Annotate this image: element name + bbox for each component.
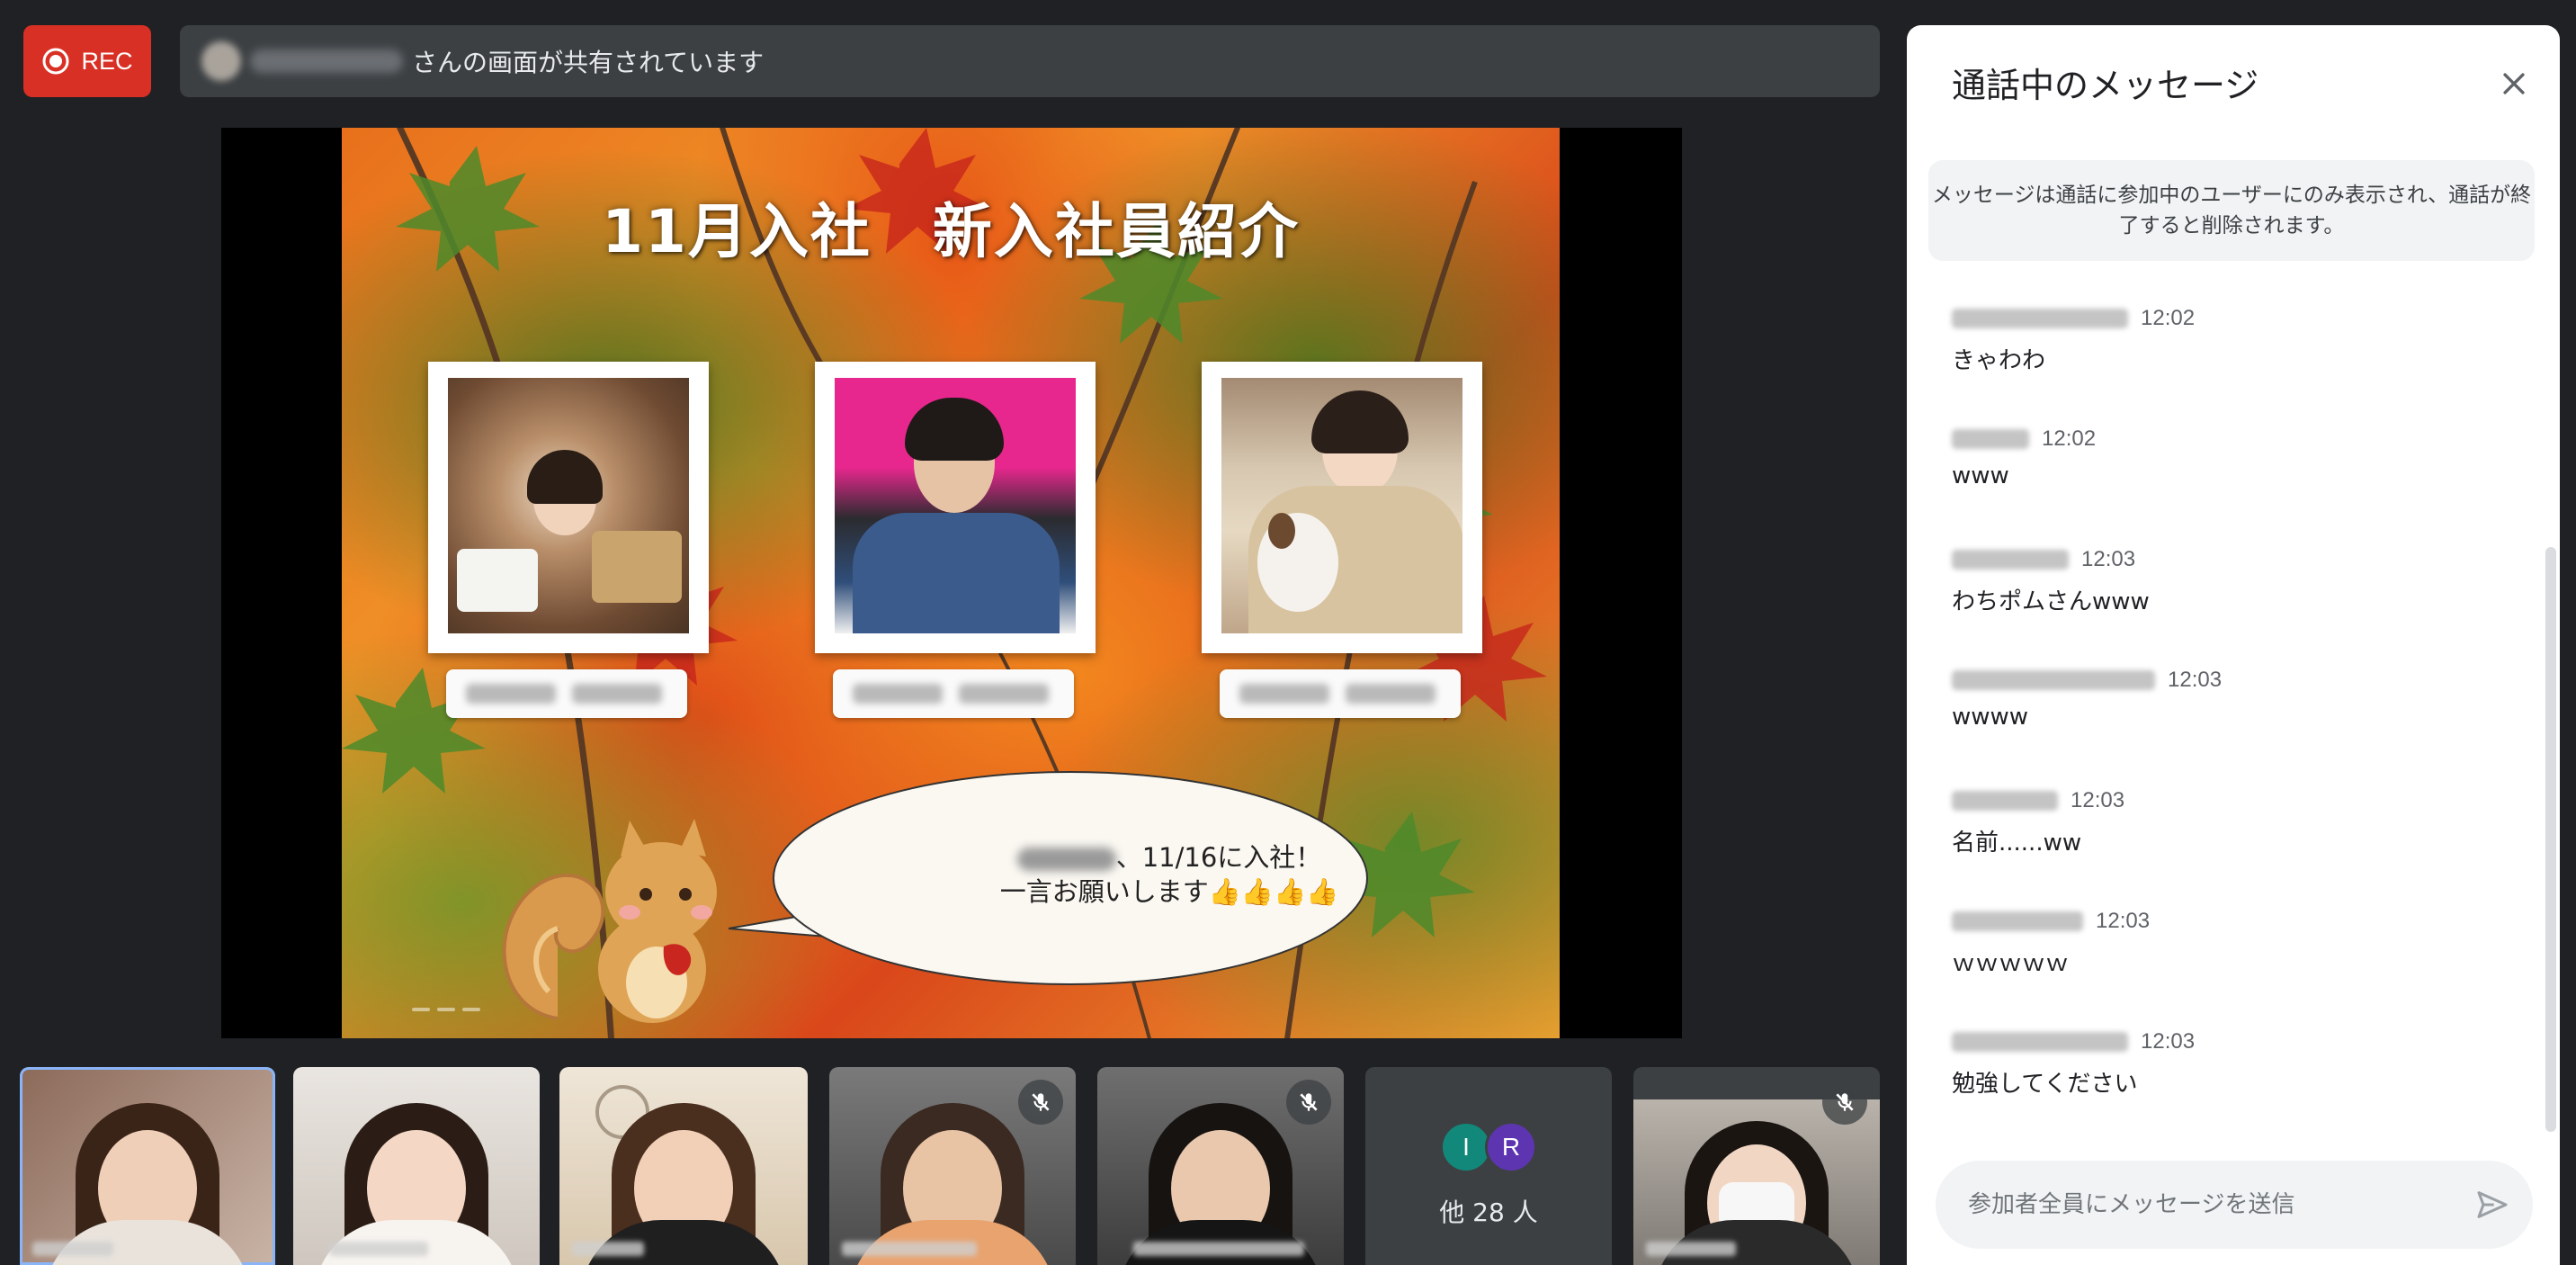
send-message-button[interactable] [2470,1182,2515,1227]
participant-tile-3[interactable] [559,1067,808,1265]
sender-name-redacted [1952,309,2128,328]
chat-panel-title: 通話中のメッセージ [1952,66,2259,105]
message-time: 12:03 [2168,668,2223,692]
message-time: 12:03 [2096,909,2151,933]
message-list: 12:02 きゃわわ 12:02 www 12:03 わちポムさんwww 12:… [1952,301,2491,1144]
screen-share-banner: さんの画面が共有されています [180,25,1880,97]
recording-label: REC [81,47,133,75]
avatar-r: R [1485,1121,1537,1173]
meet-call-window: REC さんの画面が共有されています 11月入社 新入社員紹介 、11/16に入… [0,0,2576,1265]
other-participants-tile[interactable]: I R 他 28 人 [1365,1067,1612,1265]
presenter-name-redacted [250,49,403,73]
sender-name-redacted [1952,550,2069,570]
chat-message: 12:03 wwww [1952,662,2491,783]
close-icon [2503,73,2525,94]
chat-message: 12:03 勉強してください [1952,1024,2491,1144]
chat-composer [1936,1161,2533,1249]
new-hire-name-plate-1 [446,669,687,718]
new-hire-photo-3 [1202,362,1482,653]
slide: 11月入社 新入社員紹介 、11/16に入社！ 一言お願いします👍👍👍👍 [342,128,1560,1038]
participant-tile-1[interactable] [20,1067,275,1265]
participant-tile-6[interactable] [1633,1067,1880,1265]
new-hire-photo-2 [815,362,1096,653]
chat-scrollbar[interactable] [2545,547,2556,1132]
chat-privacy-notice: メッセージは通話に参加中のユーザーにのみ表示され、通話が終了すると削除されます。 [1928,160,2535,261]
new-hire-name-plate-3 [1220,669,1461,718]
mic-off-icon [1836,1093,1854,1111]
message-text: wwww [1952,704,2029,731]
others-avatar-group: I R [1440,1121,1537,1173]
squirrel-illustration [502,819,717,1023]
message-text: ｗｗｗｗｗ [1952,950,2070,977]
message-time: 12:03 [2081,547,2136,571]
message-text: 勉強してください [1952,1071,2138,1098]
speech-line-1: 、11/16に入社！ [1115,842,1322,873]
chat-message: 12:03 名前......ww [1952,783,2491,903]
chat-message: 12:02 きゃわわ [1952,301,2491,421]
message-time: 12:03 [2141,1029,2196,1054]
speech-bubble-text: 、11/16に入社！ 一言お願いします👍👍👍👍 [917,840,1421,909]
presenter-avatar [201,41,241,81]
muted-indicator [1822,1080,1867,1125]
chat-message-input[interactable] [1968,1161,2472,1249]
muted-indicator [1286,1080,1331,1125]
presentation-view: 11月入社 新入社員紹介 、11/16に入社！ 一言お願いします👍👍👍👍 [221,128,1682,1038]
participant-tile-2[interactable] [293,1067,540,1265]
participant-tile-5[interactable] [1097,1067,1344,1265]
chat-message: 12:03 ｗｗｗｗｗ [1952,903,2491,1024]
mic-off-icon [1300,1093,1318,1111]
mic-off-icon [1032,1093,1050,1111]
others-count-label: 他 28 人 [1439,1198,1538,1227]
new-hire-name-plate-2 [833,669,1074,718]
speech-line-2: 一言お願いします👍👍👍👍 [999,876,1339,907]
screen-share-text: さんの画面が共有されています [412,48,765,77]
new-hire-name-redacted [1016,848,1116,871]
sender-name-redacted [1952,911,2083,931]
chat-message: 12:03 わちポムさんwww [1952,542,2491,662]
message-text: www [1952,462,2009,489]
sender-name-redacted [1952,670,2155,690]
new-hire-photo-1 [428,362,709,653]
message-time: 12:03 [2071,788,2125,812]
message-text: わちポムさんwww [1952,588,2150,615]
muted-indicator [1018,1080,1063,1125]
slide-title: 11月入社 新入社員紹介 [602,197,1300,266]
sender-name-redacted [1952,1032,2128,1052]
participant-tile-4[interactable] [829,1067,1076,1265]
send-icon [2477,1191,2508,1218]
in-call-messages-panel: 通話中のメッセージ メッセージは通話に参加中のユーザーにのみ表示され、通話が終了… [1907,25,2560,1265]
record-icon [42,48,69,75]
message-text: 名前......ww [1952,830,2082,857]
slide-progress-indicator [412,1008,480,1011]
close-chat-button[interactable] [2490,59,2538,108]
message-text: きゃわわ [1952,347,2046,374]
message-time: 12:02 [2042,426,2097,451]
recording-button[interactable]: REC [23,25,151,97]
sender-name-redacted [1952,791,2058,811]
message-time: 12:02 [2141,306,2196,330]
sender-name-redacted [1952,429,2029,449]
chat-message: 12:02 www [1952,421,2491,542]
